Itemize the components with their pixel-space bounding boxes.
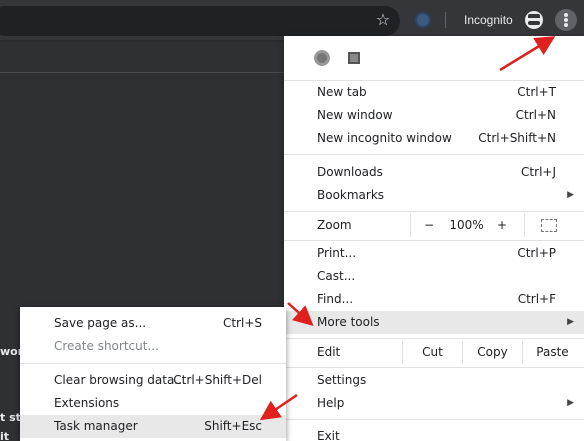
edit-row: Edit Cut Copy Paste xyxy=(284,341,584,364)
zoom-row: Zoom − 100% + xyxy=(284,214,584,237)
menu-divider xyxy=(284,338,584,339)
submenu-item-shortcut: Ctrl+S xyxy=(222,316,262,330)
submenu-divider xyxy=(20,363,286,364)
submenu-arrow-icon: ▶ xyxy=(567,190,574,200)
menu-divider xyxy=(284,211,584,212)
copy-button[interactable]: Copy xyxy=(462,341,522,364)
menu-item-label: Find... xyxy=(317,292,354,306)
dot-icon xyxy=(564,13,568,17)
menu-item-label: Settings xyxy=(317,373,367,387)
submenu-arrow-icon: ▶ xyxy=(567,398,574,408)
toolbar-separator xyxy=(445,12,446,28)
edit-label: Edit xyxy=(317,345,341,359)
extension-gear-icon[interactable] xyxy=(314,50,330,66)
zoom-out-button[interactable]: − xyxy=(422,214,436,237)
menu-item-help[interactable]: Help ▶ xyxy=(284,392,584,415)
submenu-item-label: Create shortcut... xyxy=(54,339,159,353)
submenu-item-label: Save page as... xyxy=(54,316,147,330)
menu-item-label: More tools xyxy=(317,315,380,329)
menu-item-shortcut: Ctrl+P xyxy=(517,246,556,260)
menu-item-label: Downloads xyxy=(317,165,383,179)
incognito-icon xyxy=(525,11,543,29)
menu-item-settings[interactable]: Settings xyxy=(284,369,584,392)
submenu-item-shortcut: Shift+Esc xyxy=(204,419,262,433)
zoom-level: 100% xyxy=(449,218,484,232)
menu-item-label: New window xyxy=(317,108,393,122)
menu-item-new-window[interactable]: New window Ctrl+N xyxy=(284,104,584,127)
fullscreen-icon[interactable] xyxy=(541,219,557,232)
menu-item-more-tools[interactable]: More tools ▶ xyxy=(284,311,584,334)
submenu-item-label: Task manager xyxy=(54,419,138,433)
menu-extension-row xyxy=(284,36,584,80)
menu-item-exit[interactable]: Exit xyxy=(284,425,584,441)
menu-item-label: Help xyxy=(317,396,345,410)
star-icon[interactable]: ☆ xyxy=(374,11,392,29)
menu-item-find[interactable]: Find... Ctrl+F xyxy=(284,288,584,311)
zoom-in-button[interactable]: + xyxy=(495,214,509,237)
three-dot-menu-button[interactable] xyxy=(555,9,577,31)
submenu-item-label: Clear browsing data... xyxy=(54,373,186,387)
submenu-item-shortcut: Ctrl+Shift+Del xyxy=(173,373,262,387)
submenu-item-save-page[interactable]: Save page as... Ctrl+S xyxy=(20,312,286,335)
extension-windows-icon[interactable] xyxy=(348,52,360,64)
menu-item-cast[interactable]: Cast... xyxy=(284,265,584,288)
submenu-item-create-shortcut[interactable]: Create shortcut... xyxy=(20,335,286,358)
menu-item-bookmarks[interactable]: Bookmarks ▶ xyxy=(284,184,584,207)
more-tools-submenu: Save page as... Ctrl+S Create shortcut..… xyxy=(20,307,286,441)
menu-item-downloads[interactable]: Downloads Ctrl+J xyxy=(284,161,584,184)
menu-item-shortcut: Ctrl+F xyxy=(517,292,556,306)
menu-divider xyxy=(284,367,584,368)
menu-item-shortcut: Ctrl+Shift+N xyxy=(478,131,556,145)
menu-divider xyxy=(284,154,584,155)
menu-item-shortcut: Ctrl+N xyxy=(515,108,556,122)
menu-item-label: New incognito window xyxy=(317,131,452,145)
submenu-item-label: Extensions xyxy=(54,396,120,410)
zoom-label: Zoom xyxy=(317,218,352,232)
menu-item-new-incognito-window[interactable]: New incognito window Ctrl+Shift+N xyxy=(284,127,584,150)
page-text-fragment: it xyxy=(0,430,10,441)
dot-icon xyxy=(564,18,568,22)
submenu-item-task-manager[interactable]: Task manager Shift+Esc xyxy=(20,415,286,438)
page-divider xyxy=(0,72,300,73)
menu-item-label: Print... xyxy=(317,246,357,260)
menu-item-label: Bookmarks xyxy=(317,188,385,202)
submenu-item-clear-browsing-data[interactable]: Clear browsing data... Ctrl+Shift+Del xyxy=(20,369,286,392)
menu-item-shortcut: Ctrl+J xyxy=(521,165,556,179)
incognito-label: Incognito xyxy=(464,13,513,27)
dot-icon xyxy=(564,23,568,27)
browser-toolbar: ☆ Incognito xyxy=(0,0,584,40)
menu-item-label: Exit xyxy=(317,429,340,441)
address-bar[interactable] xyxy=(0,6,400,36)
menu-item-label: Cast... xyxy=(317,269,356,283)
submenu-arrow-icon: ▶ xyxy=(567,317,574,327)
cut-button[interactable]: Cut xyxy=(402,341,462,364)
paste-button[interactable]: Paste xyxy=(522,341,582,364)
menu-divider xyxy=(284,240,584,241)
menu-item-print[interactable]: Print... Ctrl+P xyxy=(284,242,584,265)
menu-divider xyxy=(284,419,584,420)
menu-item-new-tab[interactable]: New tab Ctrl+T xyxy=(284,81,584,104)
menu-item-label: New tab xyxy=(317,85,367,99)
page-strip xyxy=(0,40,300,42)
extension-icon[interactable] xyxy=(415,12,431,28)
menu-item-shortcut: Ctrl+T xyxy=(517,85,556,99)
chrome-main-menu: New tab Ctrl+T New window Ctrl+N New inc… xyxy=(284,36,584,441)
submenu-item-extensions[interactable]: Extensions xyxy=(20,392,286,415)
